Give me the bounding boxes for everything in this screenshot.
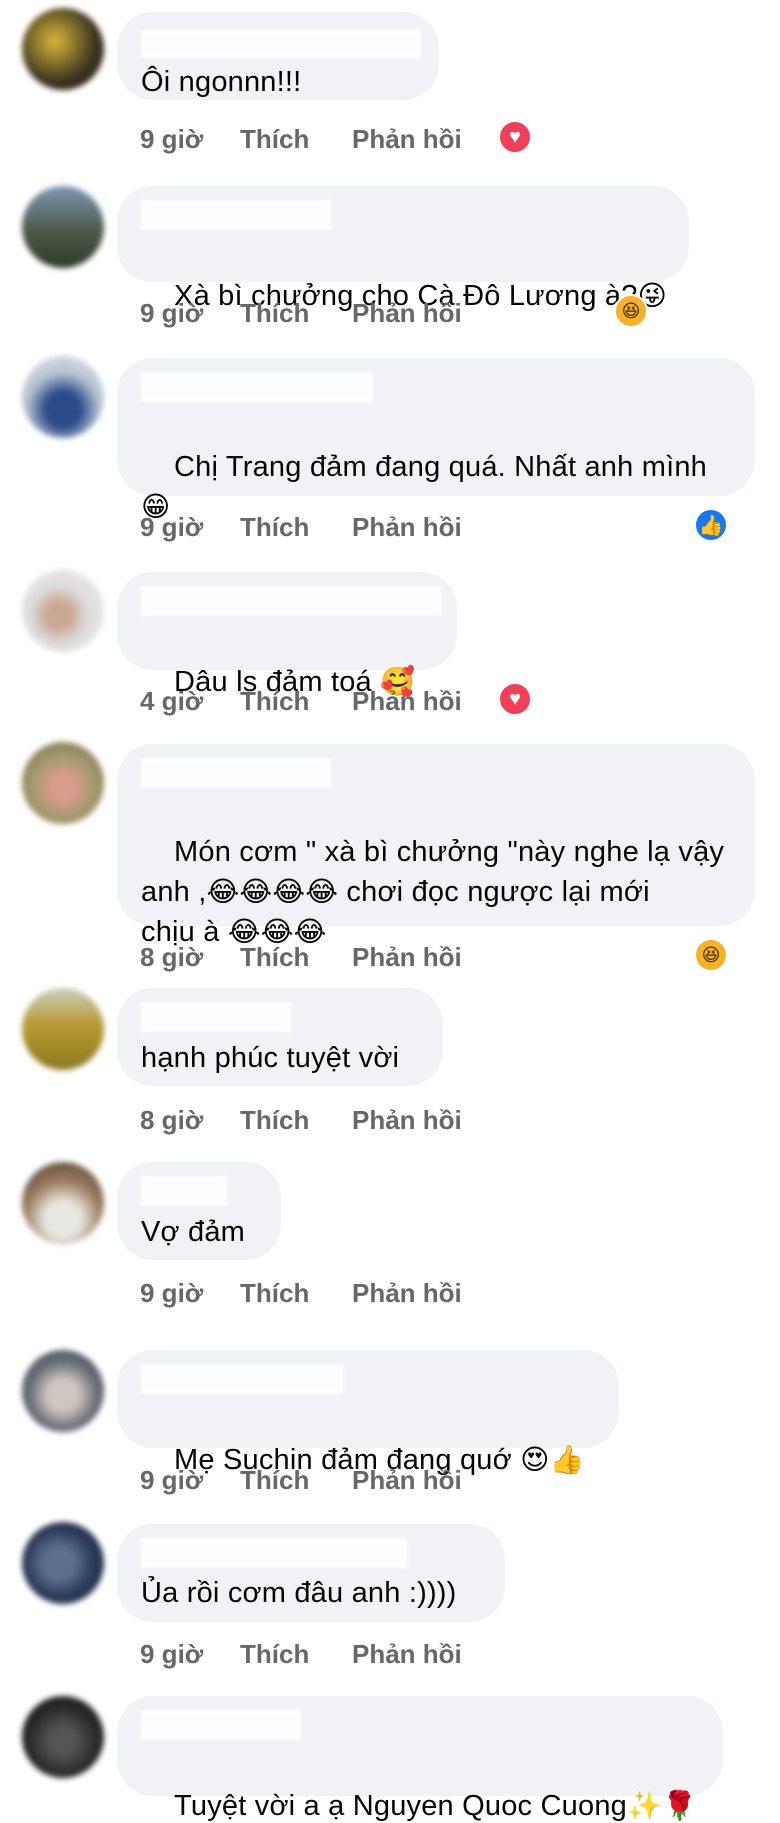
comment-time[interactable]: 4 giờ bbox=[140, 686, 203, 717]
comment-text-content: Chị Trang đảm đang quá. Nhất anh mình bbox=[174, 451, 707, 483]
reply-button[interactable]: Phản hồi bbox=[352, 298, 462, 329]
reply-button[interactable]: Phản hồi bbox=[352, 686, 462, 717]
comment-text: Vợ đảm bbox=[141, 1216, 246, 1248]
reply-button[interactable]: Phản hồi bbox=[352, 1278, 462, 1309]
comment-text: Ủa rồi cơm đâu anh :)))) bbox=[141, 1577, 457, 1609]
heart-eyes-thumbs-up-icon: 😍👍 bbox=[520, 1444, 585, 1475]
haha-icon: 😆 bbox=[614, 294, 648, 328]
like-button[interactable]: Thích bbox=[240, 1465, 309, 1496]
comment-time[interactable]: 9 giờ bbox=[140, 1278, 203, 1309]
comment-time[interactable]: 9 giờ bbox=[140, 1639, 203, 1670]
comment-text-line: anh , bbox=[141, 876, 207, 908]
like-icon: 👍 bbox=[694, 508, 728, 542]
comment-text-content: Mẹ Suchin đảm đang quớ bbox=[174, 1444, 521, 1476]
author-name-redacted[interactable] bbox=[141, 372, 373, 402]
love-icon: ♥ bbox=[498, 682, 532, 716]
avatar[interactable] bbox=[22, 186, 104, 268]
like-button[interactable]: Thích bbox=[240, 512, 309, 543]
comment-text: hạnh phúc tuyệt vời bbox=[141, 1042, 400, 1074]
comment-time[interactable]: 9 giờ bbox=[140, 298, 203, 329]
avatar[interactable] bbox=[22, 742, 104, 824]
comment-text-line: chơi đọc ngược lại mới bbox=[338, 876, 650, 908]
haha-icon: 😆 bbox=[694, 938, 728, 972]
reply-button[interactable]: Phản hồi bbox=[352, 1105, 462, 1136]
author-name-redacted[interactable] bbox=[141, 1710, 301, 1740]
like-button[interactable]: Thích bbox=[240, 298, 309, 329]
reply-button[interactable]: Phản hồi bbox=[352, 942, 462, 973]
sparkles-rose-icon: ✨🌹 bbox=[626, 1790, 698, 1821]
author-name-redacted[interactable] bbox=[141, 1364, 343, 1394]
author-name-redacted[interactable] bbox=[141, 30, 421, 58]
avatar[interactable] bbox=[22, 1696, 104, 1778]
comment-text: Chị Trang đảm đang quá. Nhất anh mình 😁 bbox=[141, 407, 741, 567]
comment-time[interactable]: 8 giờ bbox=[140, 942, 203, 973]
author-name-redacted[interactable] bbox=[141, 586, 441, 616]
avatar[interactable] bbox=[22, 1350, 104, 1432]
like-button[interactable]: Thích bbox=[240, 1639, 309, 1670]
comment-text: Tuyệt vời a ạ Nguyen Quoc Cuong✨🌹 bbox=[141, 1746, 697, 1823]
comment-time[interactable]: 9 giờ bbox=[140, 1465, 203, 1496]
like-button[interactable]: Thích bbox=[240, 686, 309, 717]
like-button[interactable]: Thích bbox=[240, 124, 309, 155]
comment-time[interactable]: 8 giờ bbox=[140, 1105, 203, 1136]
avatar[interactable] bbox=[22, 988, 104, 1070]
author-name-redacted[interactable] bbox=[141, 1176, 227, 1206]
avatar[interactable] bbox=[22, 356, 104, 438]
tears-of-joy-icon: 😂😂😂😂 bbox=[206, 876, 339, 907]
avatar[interactable] bbox=[22, 8, 104, 90]
reply-button[interactable]: Phản hồi bbox=[352, 124, 462, 155]
comment-time[interactable]: 9 giờ bbox=[140, 124, 203, 155]
author-name-redacted[interactable] bbox=[141, 1538, 407, 1568]
like-button[interactable]: Thích bbox=[240, 1105, 309, 1136]
reply-button[interactable]: Phản hồi bbox=[352, 1639, 462, 1670]
like-button[interactable]: Thích bbox=[240, 942, 309, 973]
comment-text: Xà bì chưởng cho Cà Đô Lương à?😜 bbox=[141, 236, 667, 356]
comment-text: Ôi ngonnn!!! bbox=[141, 66, 302, 98]
like-button[interactable]: Thích bbox=[240, 1278, 309, 1309]
comment-text-line: Món cơm " xà bì chưởng "này nghe lạ vậy bbox=[174, 836, 725, 868]
avatar[interactable] bbox=[22, 1162, 104, 1244]
comment-text: Dâu ls đảm toá 🥰 bbox=[141, 622, 415, 742]
author-name-redacted[interactable] bbox=[141, 758, 331, 788]
comment-text: Mẹ Suchin đảm đang quớ 😍👍 bbox=[141, 1400, 585, 1520]
author-name-redacted[interactable] bbox=[141, 1002, 291, 1032]
comment-text-content: Tuyệt vời a ạ Nguyen Quoc Cuong bbox=[174, 1790, 627, 1822]
reply-button[interactable]: Phản hồi bbox=[352, 512, 462, 543]
author-name-redacted[interactable] bbox=[141, 200, 331, 230]
reply-button[interactable]: Phản hồi bbox=[352, 1465, 462, 1496]
love-icon: ♥ bbox=[498, 120, 532, 154]
comment-time[interactable]: 9 giờ bbox=[140, 512, 203, 543]
avatar[interactable] bbox=[22, 1522, 104, 1604]
avatar[interactable] bbox=[22, 570, 104, 652]
